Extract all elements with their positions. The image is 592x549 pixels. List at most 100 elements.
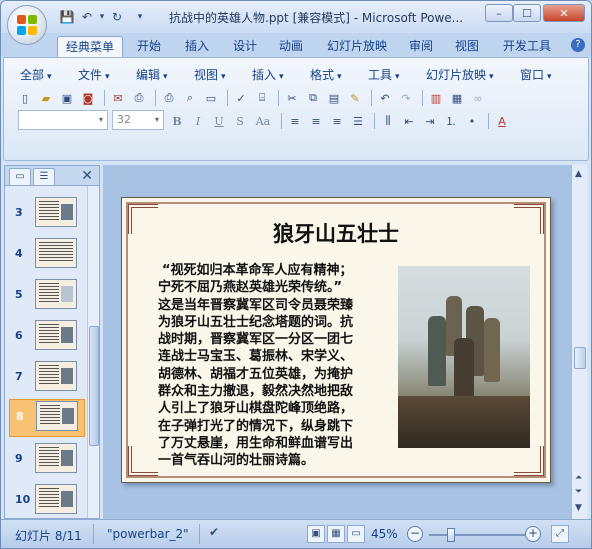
slide-body-text[interactable]: “视死如归本革命军人应有精神； 宁死不屈乃燕赵英雄光荣传统。” 这是当年晋察冀军… (158, 262, 398, 470)
slide-thumbnail-8[interactable]: 8 (9, 399, 85, 437)
tab-developer[interactable]: 开发工具 (495, 36, 559, 57)
new-document-icon[interactable]: ▯ (16, 89, 34, 107)
open-folder-icon[interactable]: ▰ (37, 89, 55, 107)
menu-view[interactable]: 视图 ▾ (194, 66, 226, 83)
chevron-down-icon[interactable]: ▾ (151, 111, 163, 129)
undo-dropdown-icon[interactable]: ▾ (97, 8, 107, 26)
tab-insert[interactable]: 插入 (177, 36, 217, 57)
research-icon[interactable]: ⌕ (181, 89, 199, 107)
format-painter-icon[interactable]: ✎ (346, 89, 364, 107)
slideshow-view-button[interactable]: ▭ (347, 525, 365, 543)
tab-classic-menu[interactable]: 经典菜单 (57, 36, 124, 57)
change-case-button[interactable]: Aa (252, 112, 274, 130)
tab-slides-view[interactable]: ▭ (9, 168, 31, 185)
spelling-icon[interactable]: ✓ (232, 89, 250, 107)
font-name-combobox[interactable]: ▾ (18, 110, 108, 130)
copy-icon[interactable]: ⧉ (304, 89, 322, 107)
office-button[interactable] (7, 5, 47, 45)
align-right-icon[interactable]: ≡ (328, 112, 346, 130)
align-left-icon[interactable]: ≡ (286, 112, 304, 130)
tab-review[interactable]: 审阅 (401, 36, 441, 57)
paste-icon[interactable]: ▤ (325, 89, 343, 107)
bold-button[interactable]: B (168, 112, 186, 130)
tab-home[interactable]: 开始 (129, 36, 169, 57)
menu-format[interactable]: 格式 ▾ (310, 66, 342, 83)
minimize-button[interactable]: – (485, 4, 513, 22)
slide-thumbnail-3[interactable]: 3 (9, 196, 85, 232)
menu-file[interactable]: 文件 ▾ (78, 66, 110, 83)
previous-slide-icon[interactable]: ⏶ (575, 473, 582, 483)
current-slide[interactable]: 狼牙山五壮士 “视死如归本革命军人应有精神； 宁死不屈乃燕赵英雄光荣传统。” 这… (121, 197, 551, 483)
zoom-out-button[interactable]: − (407, 526, 423, 542)
thesaurus-icon[interactable]: ⌸ (253, 89, 271, 107)
editor-vertical-scrollbar[interactable]: ▲ ⏶ ⏷ ▼ (571, 165, 587, 519)
redo-icon[interactable]: ↷ (397, 89, 415, 107)
slide-title[interactable]: 狼牙山五壮士 (122, 218, 550, 248)
menu-all[interactable]: 全部 ▾ (20, 66, 52, 83)
next-slide-icon[interactable]: ⏷ (575, 487, 582, 497)
slide-thumbnail-9[interactable]: 9 (9, 442, 85, 478)
decrease-indent-icon[interactable]: ⇤ (400, 112, 418, 130)
menu-insert[interactable]: 插入 ▾ (252, 66, 284, 83)
spell-check-icon[interactable]: ✔ (209, 525, 219, 539)
font-color-icon[interactable]: A (493, 112, 511, 130)
justify-icon[interactable]: ☰ (349, 112, 367, 130)
scrollbar-thumb[interactable] (89, 326, 99, 446)
close-button[interactable]: ✕ (543, 4, 585, 22)
tab-view[interactable]: 视图 (447, 36, 487, 57)
underline-button[interactable]: U (210, 112, 228, 130)
slide-thumbnail-4[interactable]: 4 (9, 237, 85, 273)
fit-to-window-button[interactable]: ⤢ (551, 525, 569, 543)
insert-table-icon[interactable]: ▦ (448, 89, 466, 107)
bullets-icon[interactable]: • (463, 112, 481, 130)
menu-slideshow[interactable]: 幻灯片放映 ▾ (426, 66, 494, 83)
undo-icon[interactable]: ↶ (376, 89, 394, 107)
slide-thumbnail-6[interactable]: 6 (9, 319, 85, 355)
help-icon[interactable]: ? (571, 38, 585, 52)
save-icon[interactable]: ▣ (58, 89, 76, 107)
maximize-button[interactable]: ☐ (513, 4, 541, 22)
tab-outline-view[interactable]: ☰ (33, 168, 55, 185)
slide-icon[interactable]: ▭ (202, 89, 220, 107)
heroes-painting-image[interactable] (398, 266, 530, 448)
scroll-up-icon[interactable]: ▲ (575, 169, 582, 179)
close-icon[interactable]: ✕ (81, 168, 93, 184)
italic-button[interactable]: I (189, 112, 207, 130)
pane-scrollbar[interactable] (87, 186, 99, 518)
columns-icon[interactable]: ⫼ (379, 112, 397, 130)
redo-icon[interactable]: ↻ (107, 8, 127, 26)
zoom-slider-knob[interactable] (447, 528, 455, 542)
tab-design[interactable]: 设计 (225, 36, 265, 57)
numbering-icon[interactable]: ⒈ (442, 112, 460, 130)
chevron-down-icon[interactable]: ▾ (95, 111, 107, 129)
customize-toolbar-icon[interactable]: ▾ (133, 8, 147, 26)
permission-icon[interactable]: ◙ (79, 89, 97, 107)
tab-animation[interactable]: 动画 (271, 36, 311, 57)
normal-view-button[interactable]: ▣ (307, 525, 325, 543)
font-size-combobox[interactable]: 32 ▾ (112, 110, 164, 130)
print-icon[interactable]: ⎙ (130, 89, 148, 107)
shadow-button[interactable]: S (231, 112, 249, 130)
cut-icon[interactable]: ✂ (283, 89, 301, 107)
print-preview-icon[interactable]: ⎙ (160, 89, 178, 107)
zoom-level[interactable]: 45% (371, 527, 398, 541)
slide-thumbnail-7[interactable]: 7 (9, 360, 85, 396)
scroll-down-icon[interactable]: ▼ (575, 503, 582, 513)
email-icon[interactable]: ✉ (109, 89, 127, 107)
undo-icon[interactable]: ↶ (77, 8, 97, 26)
slide-thumbnail-5[interactable]: 5 (9, 278, 85, 314)
menu-tools[interactable]: 工具 ▾ (368, 66, 400, 83)
slide-sorter-view-button[interactable]: ▦ (327, 525, 345, 543)
menu-window[interactable]: 窗口 ▾ (520, 66, 552, 83)
align-center-icon[interactable]: ≡ (307, 112, 325, 130)
increase-indent-icon[interactable]: ⇥ (421, 112, 439, 130)
zoom-slider[interactable] (429, 528, 525, 542)
slide-thumbnail-10[interactable]: 10 (9, 483, 85, 519)
insert-chart-icon[interactable]: ▥ (427, 89, 445, 107)
save-icon[interactable]: 💾 (57, 8, 77, 26)
tab-slideshow[interactable]: 幻灯片放映 (319, 36, 395, 57)
zoom-in-button[interactable]: + (525, 526, 541, 542)
scrollbar-thumb[interactable] (574, 347, 586, 369)
menu-edit[interactable]: 编辑 ▾ (136, 66, 168, 83)
hyperlink-icon[interactable]: ∞ (469, 89, 487, 107)
